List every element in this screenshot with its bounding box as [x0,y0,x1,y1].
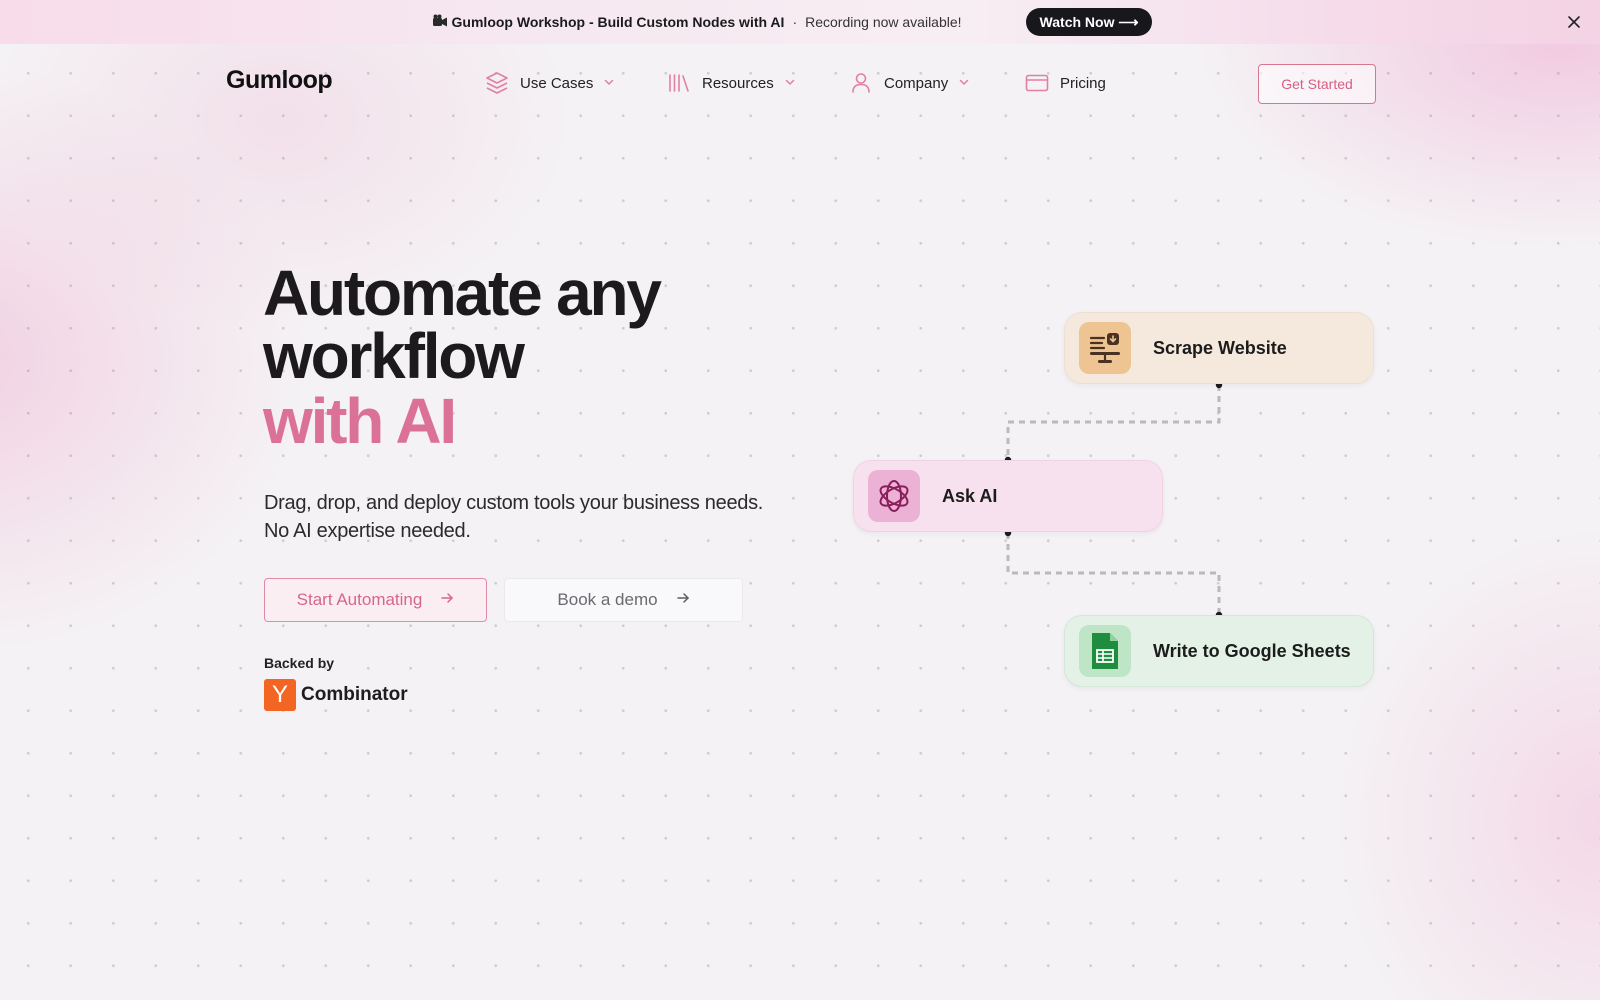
hero-title-line-1: Automate any [263,257,662,329]
hero-subtitle-line-1: Drag, drop, and deploy custom tools your… [264,492,764,514]
hero-subtitle: Drag, drop, and deploy custom tools your… [264,489,763,545]
arrow-right-icon [440,590,454,610]
main-nav: Gumloop Use Cases Resources Company Pric [0,62,1600,104]
scrape-website-icon [1079,322,1131,374]
hero-title-line-2: workflow [263,320,525,392]
announcement-banner: Gumloop Workshop - Build Custom Nodes wi… [0,0,1600,44]
nav-item-label: Company [884,74,949,92]
start-automating-button[interactable]: Start Automating [264,578,487,622]
banner-title-text: Gumloop Workshop - Build Custom Nodes wi… [451,14,785,30]
hero-subtitle-line-2: No AI expertise needed. [264,520,471,542]
get-started-button[interactable]: Get Started [1258,64,1376,104]
banner-subtitle: Recording now available! [805,14,962,30]
gumloop-logo[interactable]: Gumloop [226,66,333,95]
chevron-down-icon [784,75,796,92]
user-icon [848,70,874,96]
workflow-node-write-google-sheets[interactable]: Write to Google Sheets [1064,615,1374,687]
workflow-node-scrape-website[interactable]: Scrape Website [1064,312,1374,384]
camera-icon [432,14,448,31]
library-icon [666,70,692,96]
nav-item-pricing[interactable]: Pricing [1024,68,1106,98]
node-label: Scrape Website [1153,337,1287,358]
node-label: Write to Google Sheets [1153,640,1351,661]
y-combinator-logo: Y [264,679,296,711]
y-combinator-name: Combinator [301,684,408,705]
nav-item-label: Resources [702,74,774,92]
banner-title[interactable]: Gumloop Workshop - Build Custom Nodes wi… [432,14,785,31]
workflow-node-ask-ai[interactable]: Ask AI [853,460,1163,532]
start-automating-label: Start Automating [296,590,423,609]
openai-icon [868,470,920,522]
google-sheets-icon [1079,625,1131,677]
nav-item-use-cases[interactable]: Use Cases [484,68,615,98]
backed-by-label: Backed by [264,655,335,671]
nav-item-label: Use Cases [520,74,594,92]
hero-title: Automate any workflow with AI [263,257,662,457]
arrow-right-icon [676,590,690,610]
close-icon[interactable] [1562,10,1586,34]
book-demo-label: Book a demo [557,590,658,609]
book-demo-button[interactable]: Book a demo [504,578,743,622]
chevron-down-icon [958,75,970,92]
layers-icon [484,70,510,96]
background-dot-grid [0,44,1600,1000]
chevron-down-icon [603,75,615,92]
node-label: Ask AI [942,485,998,506]
nav-item-label: Pricing [1060,74,1106,92]
nav-item-company[interactable]: Company [848,68,970,98]
hero-title-accent: with AI [263,385,457,457]
nav-item-resources[interactable]: Resources [666,68,796,98]
watch-now-button[interactable]: Watch Now ⟶ [1025,8,1153,36]
credit-card-icon [1024,70,1050,96]
banner-separator: · [792,14,798,30]
y-combinator-badge: Y Combinator [264,679,408,711]
